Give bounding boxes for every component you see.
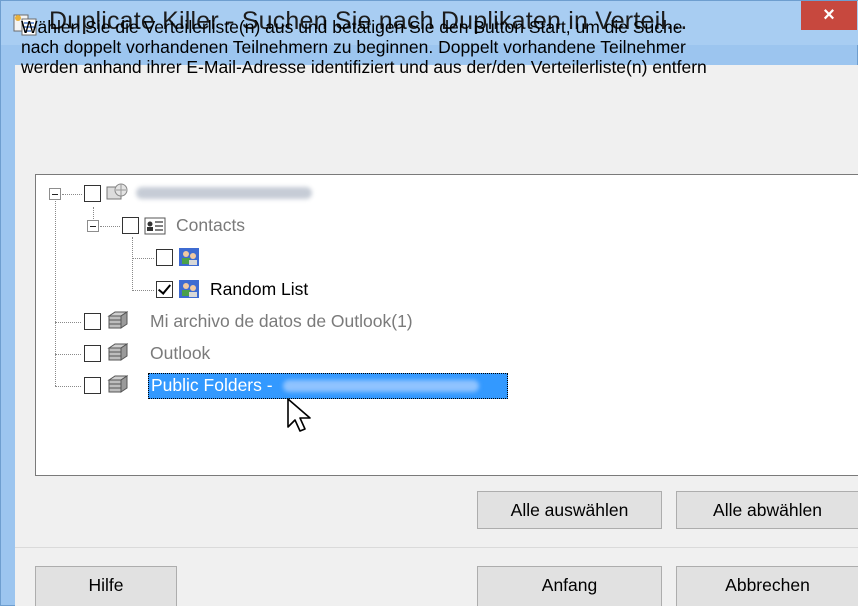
tree-line [132, 258, 154, 259]
contacts-checkbox[interactable] [122, 217, 139, 234]
start-button[interactable]: Anfang [477, 566, 662, 606]
tree-line [55, 322, 81, 323]
instructions-line-3: werden anhand ihrer E-Mail-Adresse ident… [21, 57, 707, 77]
random-list-checkbox[interactable] [156, 281, 173, 298]
instructions-line-2: nach doppelt vorhandenen Teilnehmern zu … [21, 37, 686, 57]
distribution-list-tree[interactable]: Contacts Random List Mi archivo de datos… [35, 174, 858, 476]
collapse-icon[interactable] [87, 220, 99, 232]
outlook-data-file-icon [107, 343, 128, 361]
archive-checkbox[interactable] [84, 313, 101, 330]
tree-line [100, 226, 120, 227]
account-checkbox[interactable] [84, 185, 101, 202]
public-folders-email-blur [283, 380, 480, 393]
tree-line [55, 354, 81, 355]
tree-line [132, 237, 133, 289]
distribution-list-icon [179, 280, 199, 298]
dialog-window: Duplicate Killer - Suchen Sie nach Dupli… [0, 0, 858, 606]
contacts-label: Contacts [176, 215, 246, 235]
tree-line [55, 386, 81, 387]
distribution-list-icon [179, 248, 199, 266]
tree-line [55, 201, 56, 386]
deselect-all-button[interactable]: Alle abwählen [676, 491, 858, 529]
public-folders-item[interactable]: Public Folders - [148, 373, 508, 399]
public-folders-checkbox[interactable] [84, 377, 101, 394]
tree-line [62, 194, 82, 195]
select-all-button[interactable]: Alle auswählen [477, 491, 662, 529]
account-globe-icon [106, 183, 128, 200]
collapse-icon[interactable] [49, 188, 61, 200]
contacts-card-icon [144, 217, 166, 235]
outlook-data-file-icon [107, 311, 128, 329]
outlook-data-file-icon [107, 375, 128, 393]
random-list-label: Random List [210, 279, 309, 299]
outlook-label: Outlook [150, 343, 211, 363]
account-email-label [136, 182, 312, 204]
mouse-pointer-icon [287, 398, 311, 432]
instructions-line-1: Wählen Sie die Verteilerliste(n) aus und… [21, 17, 683, 37]
help-button[interactable]: Hilfe [35, 566, 177, 606]
instructions-text: Wählen Sie die Verteilerliste(n) aus und… [21, 17, 858, 77]
list-checkbox-unnamed[interactable] [156, 249, 173, 266]
archive-label: Mi archivo de datos de Outlook(1) [150, 311, 413, 331]
public-folders-label: Public Folders - [151, 375, 273, 395]
outlook-checkbox[interactable] [84, 345, 101, 362]
cancel-button[interactable]: Abbrechen [676, 566, 858, 606]
tree-line [132, 290, 154, 291]
